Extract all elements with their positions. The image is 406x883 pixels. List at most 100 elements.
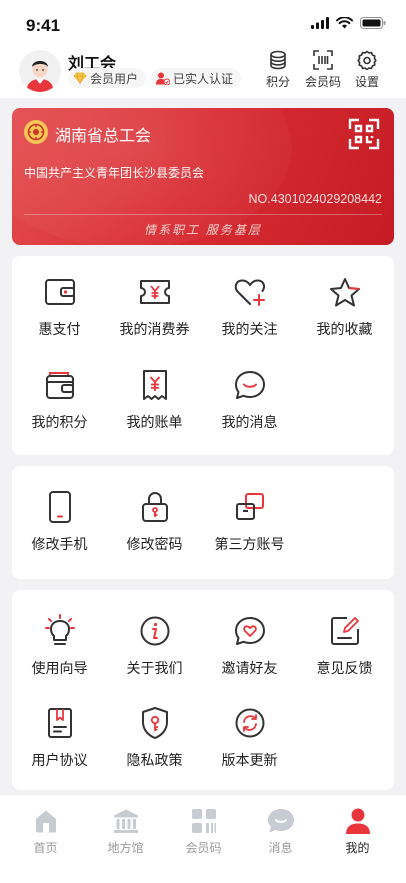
section-security: 修改手机 修改密码 第三方账号 xyxy=(12,466,394,579)
bill-icon xyxy=(138,368,172,402)
menu-item-coupons-label: 我的消费券 xyxy=(119,322,190,338)
tab-local-hall-label: 地方馆 xyxy=(107,841,144,855)
museum-icon xyxy=(112,807,140,835)
section-account: 惠支付 我的消费券 我的关注 我的收藏 我的积分 我的账单 我的消息 xyxy=(12,256,394,455)
menu-item-points[interactable]: 我的积分 xyxy=(12,368,107,432)
tab-local-hall[interactable]: 地方馆 xyxy=(85,807,166,856)
menu-item-about-label: 关于我们 xyxy=(126,661,183,677)
agreement-icon xyxy=(43,706,77,740)
menu-item-change-password[interactable]: 修改密码 xyxy=(107,490,202,554)
tab-mine[interactable]: 我的 xyxy=(317,807,398,856)
member-code-button[interactable]: 会员码 xyxy=(305,50,341,90)
signal-icon xyxy=(311,17,329,29)
avatar[interactable] xyxy=(19,50,61,92)
menu-item-third-party[interactable]: 第三方账号 xyxy=(202,490,297,554)
heart-plus-icon xyxy=(233,275,267,309)
tab-member-code[interactable]: 会员码 xyxy=(163,807,244,856)
tab-mine-label: 我的 xyxy=(345,841,370,855)
status-bar: 9:41 xyxy=(0,0,406,46)
tab-messages-label: 消息 xyxy=(268,841,293,855)
menu-item-user-agreement[interactable]: 用户协议 xyxy=(12,706,107,770)
wifi-icon xyxy=(336,17,353,29)
menu-item-messages[interactable]: 我的消息 xyxy=(202,368,297,432)
menu-item-update-label: 版本更新 xyxy=(221,753,278,769)
menu-item-feedback[interactable]: 意见反馈 xyxy=(297,614,392,678)
card-divider xyxy=(24,214,382,215)
menu-item-invite[interactable]: 邀请好友 xyxy=(202,614,297,678)
member-badge-label: 会员用户 xyxy=(90,71,139,86)
sub-org-name: 中国共产主义青年团长沙县委员会 xyxy=(24,166,205,180)
star-icon xyxy=(328,275,362,309)
update-icon xyxy=(233,706,267,740)
status-time: 9:41 xyxy=(26,16,61,35)
menu-item-pay[interactable]: 惠支付 xyxy=(12,275,107,339)
settings-button-label: 设置 xyxy=(355,75,380,89)
org-name: 湖南省总工会 xyxy=(55,126,152,145)
tab-home-label: 首页 xyxy=(33,841,58,855)
invite-icon xyxy=(233,614,267,648)
home-icon xyxy=(32,807,60,835)
menu-item-invite-label: 邀请好友 xyxy=(221,661,278,677)
avatar-image xyxy=(19,50,61,92)
menu-item-change-phone-label: 修改手机 xyxy=(31,537,88,553)
card-number: NO.4301024029208442 xyxy=(248,192,382,206)
menu-item-points-label: 我的积分 xyxy=(31,415,88,431)
privacy-shield-icon xyxy=(138,706,172,740)
menu-item-follows[interactable]: 我的关注 xyxy=(202,275,297,339)
menu-item-favorites[interactable]: 我的收藏 xyxy=(297,275,392,339)
card-slogan: 情系职工 服务基层 xyxy=(144,223,262,237)
points-icon xyxy=(43,368,77,402)
member-card[interactable]: 湖南省总工会 中国共产主义青年团长沙县委员会 NO.43010240292084… xyxy=(12,108,394,245)
menu-item-change-phone[interactable]: 修改手机 xyxy=(12,490,107,554)
diamond-icon xyxy=(73,72,87,84)
feedback-icon xyxy=(328,614,362,648)
menu-item-pay-label: 惠支付 xyxy=(38,322,81,338)
menu-item-third-party-label: 第三方账号 xyxy=(214,537,285,553)
lock-icon xyxy=(138,490,172,524)
coins-icon xyxy=(270,50,286,70)
profile-header: 刘工会 会员用户 已实人认证 积分 会员码 设置 xyxy=(0,46,406,98)
menu-item-follows-label: 我的关注 xyxy=(221,322,278,338)
verified-user-icon xyxy=(156,72,170,85)
settings-button[interactable]: 设置 xyxy=(355,50,379,90)
gear-icon xyxy=(357,50,377,70)
menu-item-change-password-label: 修改密码 xyxy=(126,537,183,553)
link-accounts-icon xyxy=(233,490,267,524)
menu-item-feedback-label: 意见反馈 xyxy=(316,661,373,677)
status-icons xyxy=(311,17,386,29)
menu-item-guide-label: 使用向导 xyxy=(31,661,88,677)
info-icon xyxy=(138,614,172,648)
tab-member-code-label: 会员码 xyxy=(185,841,222,855)
message-icon xyxy=(233,368,267,402)
menu-item-update[interactable]: 版本更新 xyxy=(202,706,297,770)
tab-messages[interactable]: 消息 xyxy=(240,807,321,856)
menu-item-about[interactable]: 关于我们 xyxy=(107,614,202,678)
menu-item-user-agreement-label: 用户协议 xyxy=(31,753,88,769)
tab-bar: 首页 地方馆 会员码 消息 我的 xyxy=(0,794,406,883)
menu-item-bills-label: 我的账单 xyxy=(126,415,183,431)
qr-code-icon[interactable] xyxy=(348,118,380,154)
member-code-button-label: 会员码 xyxy=(305,75,342,89)
menu-item-coupons[interactable]: 我的消费券 xyxy=(107,275,202,339)
verify-badge: 已实人认证 xyxy=(151,68,242,88)
menu-item-guide[interactable]: 使用向导 xyxy=(12,614,107,678)
scan-code-icon xyxy=(313,50,333,70)
lightbulb-icon xyxy=(43,614,77,648)
wallet-icon xyxy=(43,275,77,309)
points-button[interactable]: 积分 xyxy=(266,50,290,90)
menu-item-messages-label: 我的消息 xyxy=(221,415,278,431)
member-code-icon xyxy=(190,807,218,835)
verify-badge-label: 已实人认证 xyxy=(173,71,234,86)
menu-item-privacy-label: 隐私政策 xyxy=(126,753,183,769)
menu-item-favorites-label: 我的收藏 xyxy=(316,322,373,338)
points-button-label: 积分 xyxy=(266,75,291,89)
phone-icon xyxy=(43,490,77,524)
coupon-icon xyxy=(138,275,172,309)
union-logo-icon xyxy=(24,120,48,144)
member-badge: 会员用户 xyxy=(68,68,147,88)
battery-icon xyxy=(360,17,386,29)
chat-icon xyxy=(267,807,295,835)
menu-item-bills[interactable]: 我的账单 xyxy=(107,368,202,432)
tab-home[interactable]: 首页 xyxy=(5,807,86,856)
menu-item-privacy[interactable]: 隐私政策 xyxy=(107,706,202,770)
